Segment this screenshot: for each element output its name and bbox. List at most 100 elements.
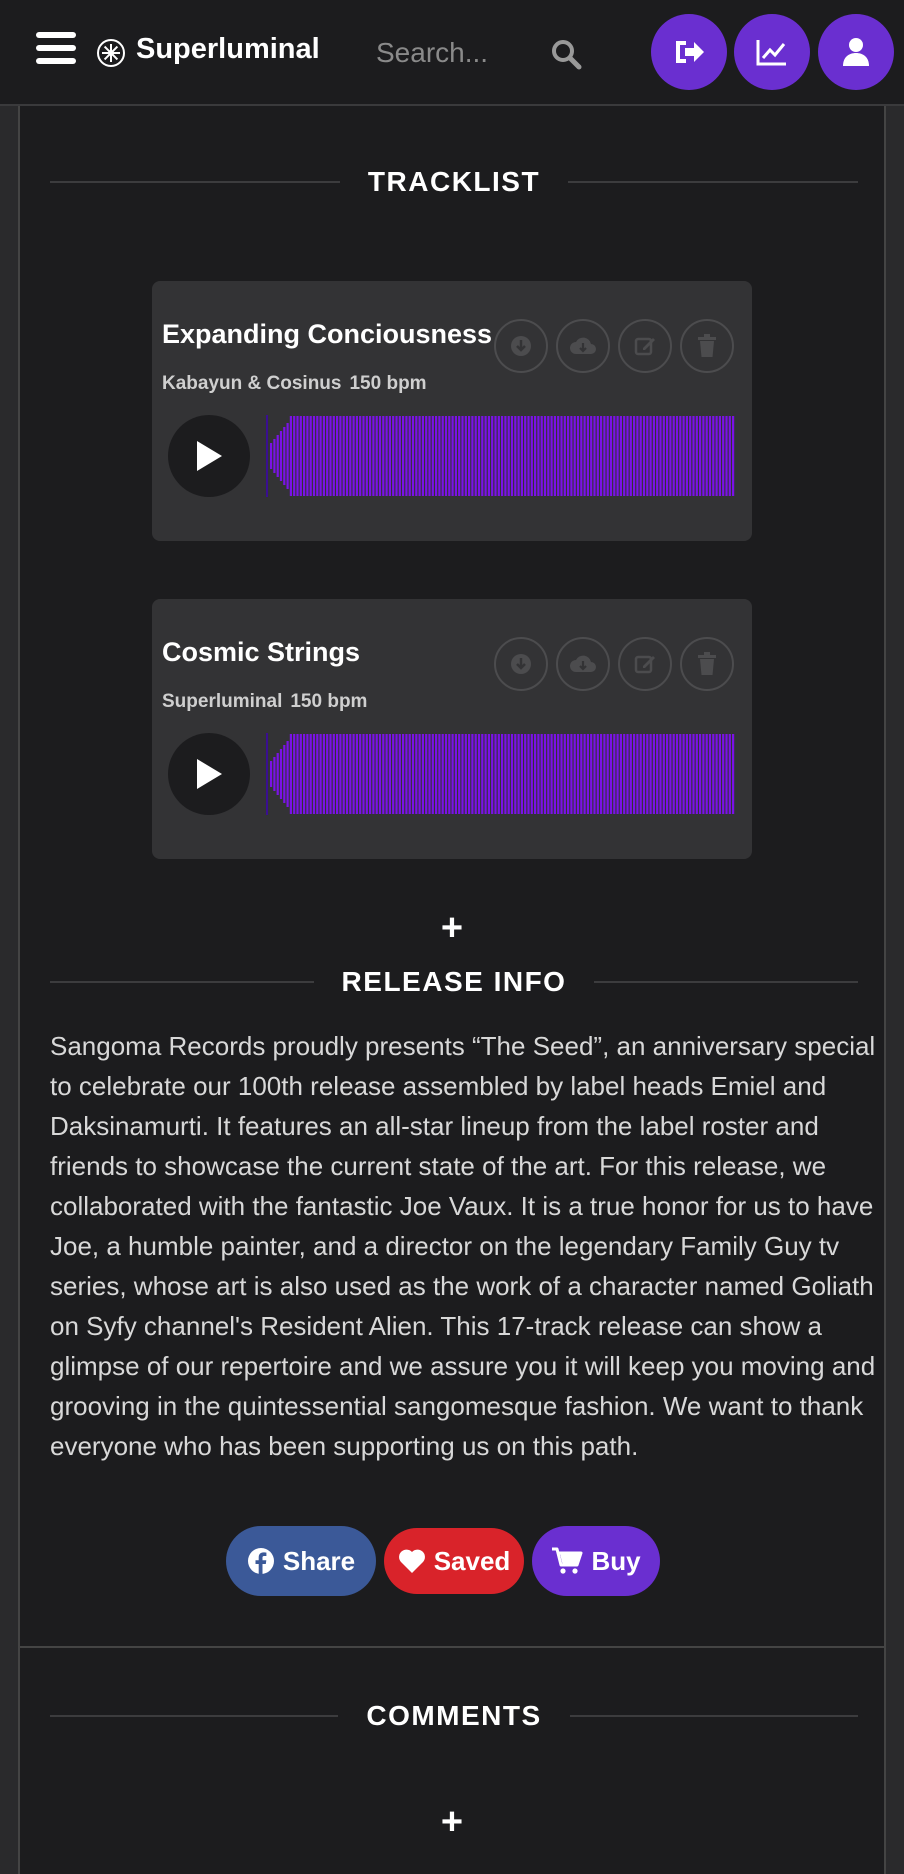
waveform-bar bbox=[666, 734, 669, 814]
waveform-bar bbox=[329, 416, 332, 496]
waveform-bar bbox=[662, 734, 665, 814]
waveform-bar bbox=[507, 734, 510, 814]
waveform-bar bbox=[586, 734, 589, 814]
waveform-bar bbox=[593, 734, 596, 814]
waveform-bar bbox=[303, 734, 306, 814]
waveform-bar bbox=[435, 734, 438, 814]
waveform-bar bbox=[435, 416, 438, 496]
waveform-bar bbox=[649, 416, 652, 496]
user-icon bbox=[843, 38, 869, 66]
waveform-bar bbox=[501, 416, 504, 496]
download-button[interactable] bbox=[494, 319, 548, 373]
profile-button[interactable] bbox=[818, 14, 894, 90]
waveform-bar bbox=[494, 416, 497, 496]
waveform-bar bbox=[553, 416, 556, 496]
track-card: Expanding Conciousness Kabayun & Cosinus… bbox=[152, 281, 752, 541]
track-bpm: 150 bpm bbox=[349, 373, 427, 394]
search-input[interactable] bbox=[376, 30, 536, 76]
saved-button[interactable]: Saved bbox=[384, 1528, 524, 1594]
waveform-bar bbox=[309, 416, 312, 496]
track-artist[interactable]: Superluminal bbox=[162, 691, 282, 713]
waveform-bar bbox=[540, 416, 543, 496]
waveform-bar bbox=[326, 416, 329, 496]
waveform-bar bbox=[322, 416, 325, 496]
waveform-bar bbox=[619, 734, 622, 814]
waveform-bar bbox=[527, 416, 530, 496]
waveform-bar bbox=[567, 734, 570, 814]
waveform-bar bbox=[715, 416, 718, 496]
waveform-bar bbox=[553, 734, 556, 814]
brand-name[interactable]: Superluminal bbox=[136, 33, 320, 66]
waveform-bar bbox=[675, 416, 679, 496]
tracklist-title: TRACKLIST bbox=[367, 166, 541, 197]
waveform-bar bbox=[563, 734, 566, 814]
waveform-bar bbox=[543, 416, 547, 496]
cloud-download-button[interactable] bbox=[556, 637, 610, 691]
logout-button[interactable] bbox=[651, 14, 727, 90]
release-info-heading: RELEASE INFO bbox=[50, 962, 859, 1002]
waveform-bar bbox=[425, 416, 428, 496]
waveform-bar bbox=[507, 416, 510, 496]
waveform-bar bbox=[355, 734, 358, 814]
heart-icon bbox=[398, 1549, 425, 1573]
waveform-bar bbox=[464, 734, 467, 814]
play-button[interactable] bbox=[168, 733, 250, 815]
waveform-bar bbox=[481, 734, 484, 814]
waveform-bar bbox=[570, 734, 573, 814]
waveform[interactable] bbox=[266, 415, 736, 497]
search-icon[interactable] bbox=[550, 38, 582, 70]
waveform-bar bbox=[699, 734, 702, 814]
waveform-bar bbox=[471, 416, 474, 496]
waveform-bar bbox=[359, 416, 362, 496]
cloud-download-button[interactable] bbox=[556, 319, 610, 373]
waveform-bar bbox=[411, 734, 415, 814]
waveform-bar bbox=[349, 416, 352, 496]
edit-button[interactable] bbox=[618, 637, 672, 691]
waveform[interactable] bbox=[266, 733, 736, 815]
stats-button[interactable] bbox=[734, 14, 810, 90]
waveform-bar bbox=[293, 734, 296, 814]
waveform-bar bbox=[352, 734, 355, 814]
waveform-bar bbox=[312, 416, 316, 496]
waveform-bar bbox=[679, 416, 682, 496]
download-button[interactable] bbox=[494, 637, 548, 691]
edit-icon bbox=[634, 337, 655, 356]
waveform-bar bbox=[732, 416, 735, 496]
add-track-button[interactable]: + bbox=[436, 909, 468, 947]
waveform-bar bbox=[418, 734, 421, 814]
buy-button[interactable]: Buy bbox=[532, 1526, 660, 1596]
waveform-bar bbox=[454, 416, 457, 496]
waveform-bar bbox=[428, 734, 431, 814]
waveform-bar bbox=[402, 734, 405, 814]
download-icon bbox=[511, 654, 531, 674]
waveform-bar bbox=[428, 416, 431, 496]
cart-icon bbox=[552, 1547, 583, 1574]
waveform-bar bbox=[421, 416, 424, 496]
waveform-bar bbox=[375, 734, 378, 814]
edit-button[interactable] bbox=[618, 319, 672, 373]
play-button[interactable] bbox=[168, 415, 250, 497]
waveform-bar bbox=[454, 734, 457, 814]
waveform-bar bbox=[514, 416, 517, 496]
track-card: Cosmic Strings Superluminal 150 bpm bbox=[152, 599, 752, 859]
share-button[interactable]: Share bbox=[226, 1526, 376, 1596]
add-comment-button[interactable]: + bbox=[436, 1803, 468, 1841]
delete-button[interactable] bbox=[680, 637, 734, 691]
delete-button[interactable] bbox=[680, 319, 734, 373]
sign-out-icon bbox=[676, 41, 704, 63]
waveform-bar bbox=[616, 734, 619, 814]
track-artist[interactable]: Kabayun & Cosinus bbox=[162, 373, 341, 395]
waveform-bar bbox=[593, 416, 596, 496]
menu-icon[interactable] bbox=[36, 32, 76, 68]
waveform-bar bbox=[316, 416, 319, 496]
waveform-bar bbox=[332, 416, 335, 496]
waveform-bar bbox=[712, 416, 715, 496]
waveform-bar bbox=[606, 734, 609, 814]
waveform-bar bbox=[481, 416, 484, 496]
waveform-bar bbox=[527, 734, 530, 814]
waveform-bar bbox=[306, 734, 309, 814]
waveform-bar bbox=[359, 734, 362, 814]
waveform-bar bbox=[365, 734, 368, 814]
waveform-bar bbox=[283, 427, 286, 485]
track-title: Expanding Conciousness bbox=[162, 319, 493, 349]
